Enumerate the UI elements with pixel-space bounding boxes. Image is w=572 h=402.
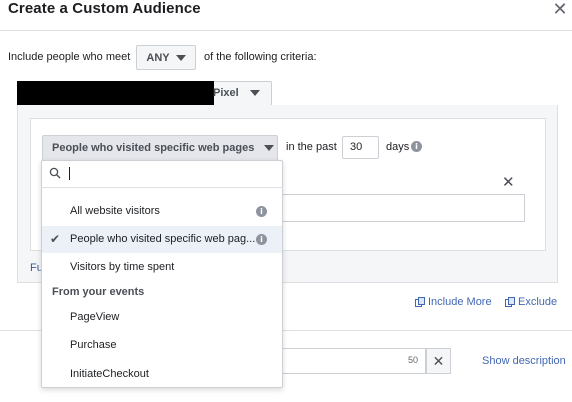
menu-item-label: Visitors by time spent bbox=[70, 261, 175, 273]
event-type-dropdown[interactable]: People who visited specific web pages bbox=[42, 135, 278, 161]
menu-item-specific-web-pages[interactable]: ✔ People who visited specific web pag...… bbox=[42, 226, 282, 253]
exclude-icon bbox=[505, 297, 515, 307]
info-icon[interactable]: i bbox=[256, 206, 267, 217]
menu-item-all-website-visitors[interactable]: All website visitors i bbox=[42, 198, 282, 225]
menu-item-label: All website visitors bbox=[70, 205, 160, 217]
in-the-past-label: in the past bbox=[286, 141, 337, 153]
criteria-prefix-label: Include people who meet bbox=[8, 51, 131, 63]
include-more-button[interactable]: Include More bbox=[415, 296, 492, 308]
character-count: 50 bbox=[408, 355, 419, 365]
text-cursor bbox=[69, 167, 70, 180]
dialog-title: Create a Custom Audience bbox=[8, 0, 201, 17]
exclude-button[interactable]: Exclude bbox=[505, 296, 557, 308]
header-divider bbox=[0, 30, 572, 31]
include-more-icon bbox=[415, 297, 425, 307]
criteria-suffix-label: of the following criteria: bbox=[204, 51, 317, 63]
audience-name-input[interactable] bbox=[282, 348, 426, 374]
info-icon[interactable]: i bbox=[256, 234, 267, 245]
menu-item-pageview[interactable]: PageView bbox=[42, 304, 282, 331]
close-icon[interactable]: ✕ bbox=[550, 0, 570, 19]
event-type-label: People who visited specific web pages bbox=[52, 142, 255, 154]
menu-search-field[interactable] bbox=[41, 160, 283, 188]
menu-item-time-spent[interactable]: Visitors by time spent bbox=[42, 254, 282, 281]
menu-item-initiatecheckout[interactable]: InitiateCheckout bbox=[42, 361, 282, 388]
menu-item-label: InitiateCheckout bbox=[70, 368, 149, 380]
caret-down-icon bbox=[264, 145, 275, 151]
redacted-pixel-name bbox=[17, 81, 214, 105]
menu-section-heading: From your events bbox=[52, 286, 145, 298]
menu-item-label: PageView bbox=[70, 311, 120, 323]
pixel-label: Pixel bbox=[213, 87, 239, 99]
menu-item-label: Purchase bbox=[70, 339, 117, 351]
menu-item-purchase[interactable]: Purchase bbox=[42, 332, 282, 359]
retention-days-input[interactable]: 30 bbox=[342, 136, 379, 159]
match-any-label: ANY bbox=[146, 51, 170, 64]
days-label: days bbox=[386, 141, 410, 153]
url-contains-input[interactable] bbox=[282, 194, 525, 222]
caret-down-icon bbox=[175, 54, 186, 61]
remove-rule-icon[interactable]: ✕ bbox=[502, 173, 515, 191]
menu-item-label: People who visited specific web pag... bbox=[70, 233, 256, 245]
info-icon[interactable]: i bbox=[411, 141, 422, 152]
checkmark-icon: ✔ bbox=[50, 232, 61, 246]
include-more-label: Include More bbox=[428, 296, 492, 308]
show-description-link[interactable]: Show description bbox=[482, 355, 566, 367]
search-icon bbox=[49, 167, 61, 179]
caret-down-icon bbox=[250, 90, 260, 96]
clear-name-button[interactable]: ✕ bbox=[426, 348, 451, 374]
exclude-label: Exclude bbox=[518, 296, 558, 308]
match-any-dropdown[interactable]: ANY bbox=[136, 45, 196, 70]
